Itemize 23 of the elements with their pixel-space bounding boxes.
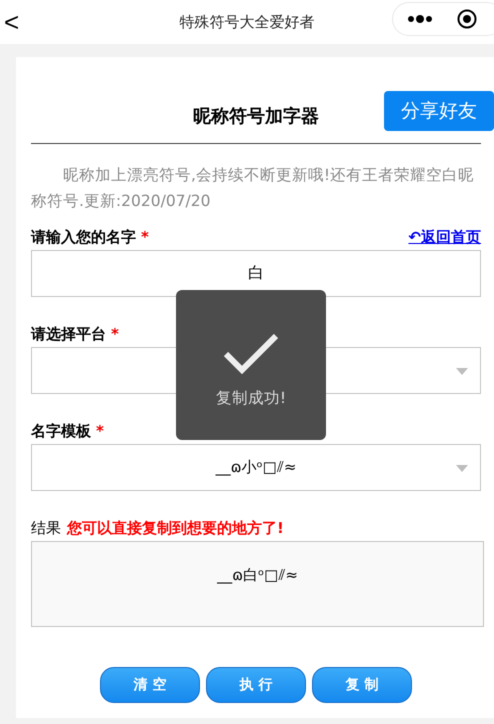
required-mark: *: [141, 228, 149, 246]
field-label: 请输入您的名字: [31, 228, 136, 247]
page-title: 昵称符号加字器: [193, 105, 319, 128]
field-label: 请选择平台: [31, 325, 106, 344]
caret-icon: [456, 368, 468, 375]
result-hint: 您可以直接复制到想要的地方了!: [67, 519, 284, 538]
field-label: 名字模板: [31, 422, 91, 441]
result-label: 结果: [31, 519, 61, 538]
name-input[interactable]: 白: [31, 250, 481, 297]
intro-text: 昵称加上漂亮符号,会持续不断更新哦!还有王者荣耀空白昵称符号.更新:2020/07/20: [31, 165, 476, 212]
required-mark: *: [111, 325, 119, 343]
home-link[interactable]: ↶返回首页: [408, 228, 481, 247]
back-button[interactable]: <: [0, 6, 20, 38]
window-title: 特殊符号大全爱好者: [180, 12, 314, 32]
result-box[interactable]: __ɷ白ᵒ□⫽≈: [31, 541, 484, 627]
caret-icon: [456, 465, 468, 472]
check-icon: [223, 332, 279, 374]
more-icon[interactable]: [407, 14, 433, 24]
dropdown-field[interactable]: __ɷ小ᵒ□⫽≈: [31, 444, 481, 491]
required-mark: *: [96, 422, 104, 440]
toast-message: 复制成功!: [216, 388, 286, 409]
share-button[interactable]: 分享好友: [384, 91, 494, 131]
close-target-icon[interactable]: [457, 9, 477, 29]
